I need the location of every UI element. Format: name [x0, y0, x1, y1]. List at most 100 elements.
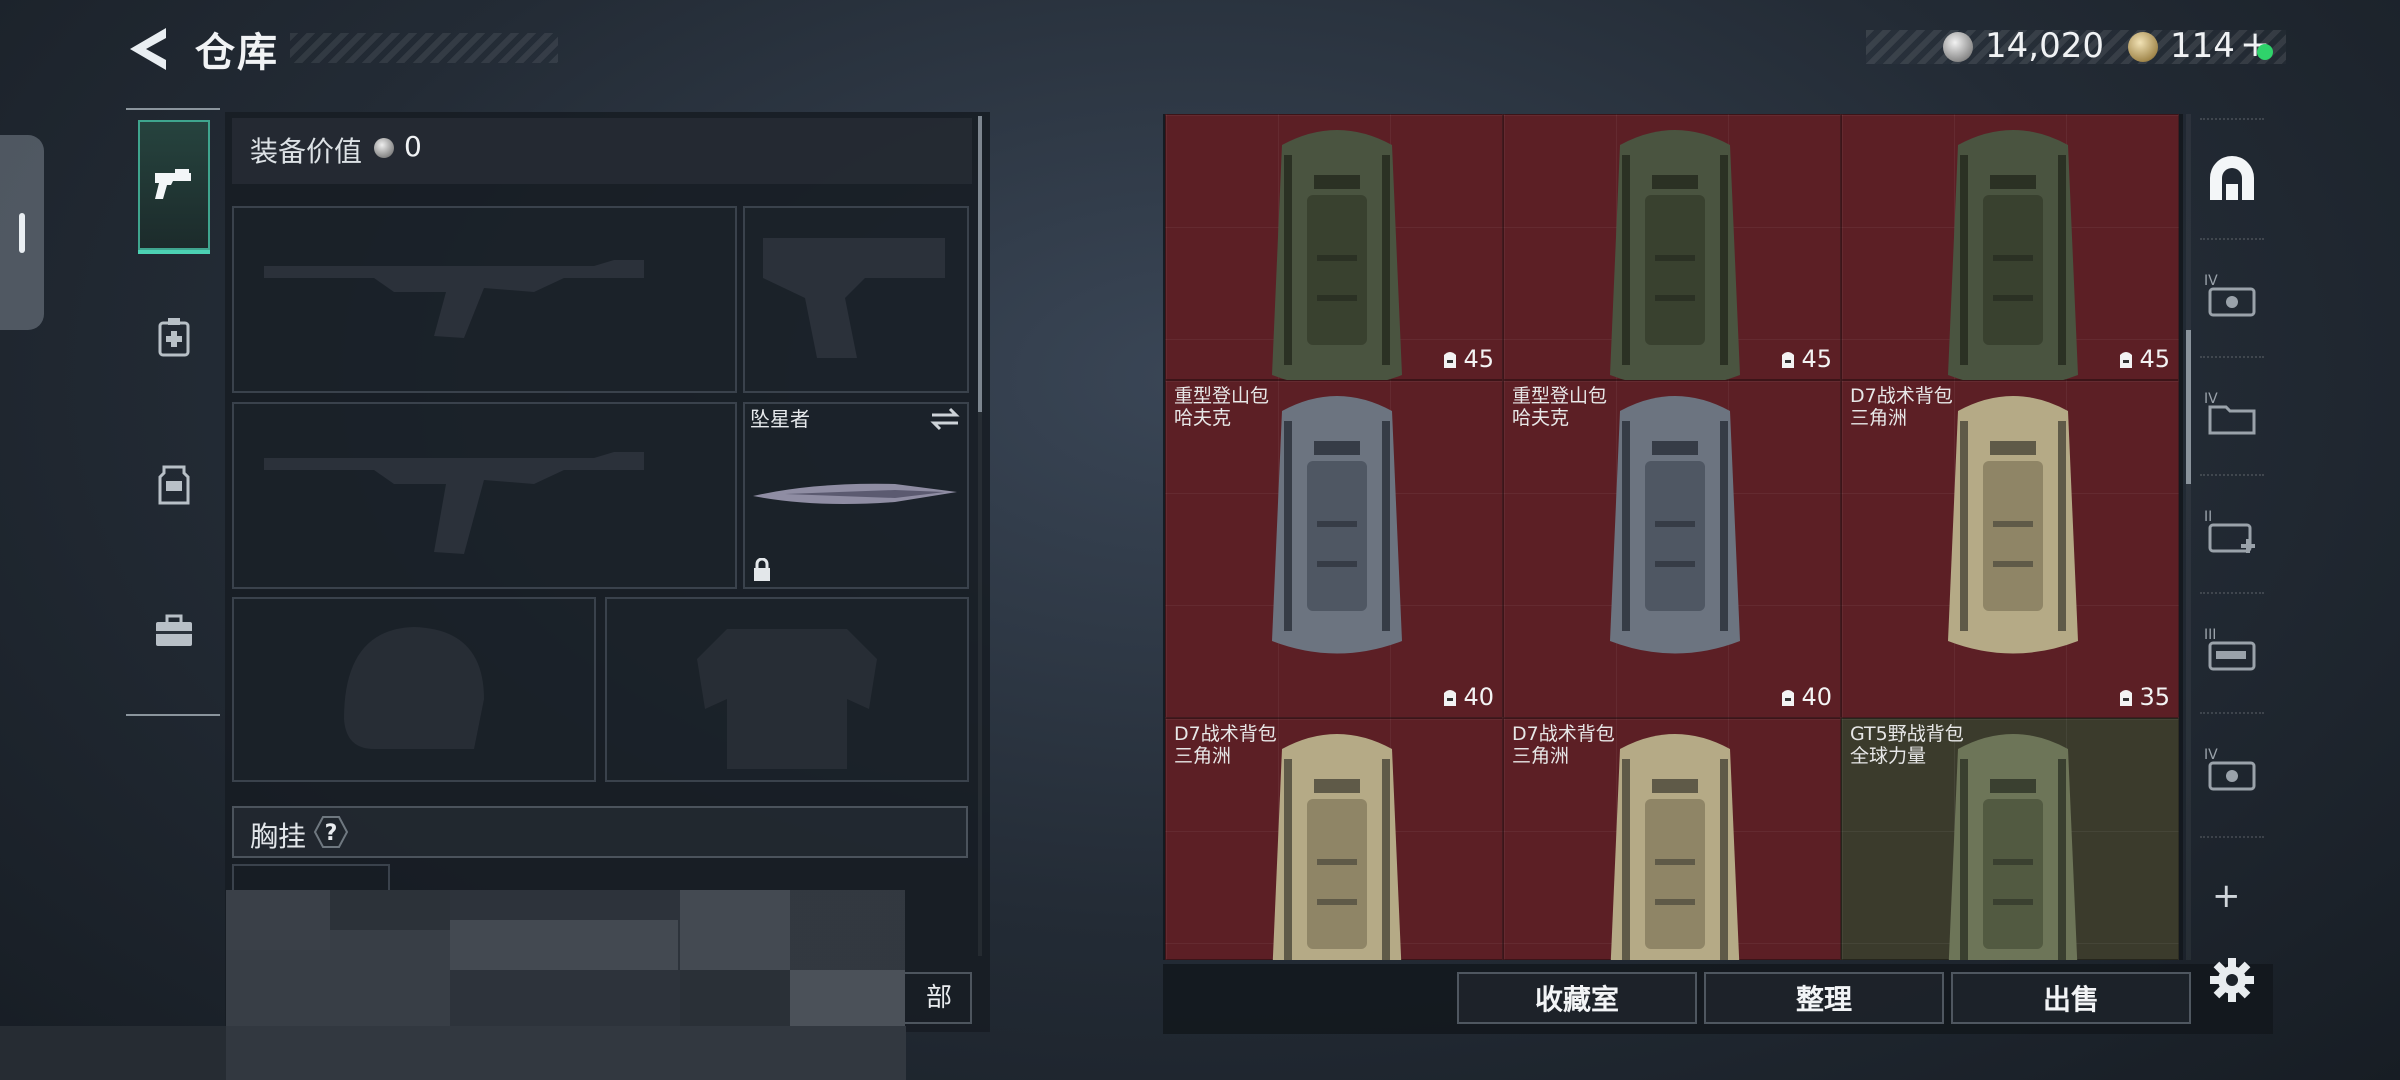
- stash-item-cell[interactable]: D7战术背包 三角洲: [1165, 718, 1503, 960]
- helmet-slot[interactable]: [232, 597, 596, 782]
- capacity-value: 45: [2139, 345, 2170, 373]
- body-armor-slot[interactable]: [605, 597, 969, 782]
- svg-text:IV: IV: [2204, 273, 2218, 289]
- stash-home-icon: [2210, 156, 2254, 200]
- chest-rig-label: 胸挂: [250, 820, 307, 853]
- stash-item-name: GT5野战背包 全球力量: [1850, 723, 1964, 767]
- pixelated-overlay: [0, 890, 906, 1080]
- pistol-silhouette-icon: [763, 238, 945, 358]
- primary-weapon-slot-2[interactable]: [232, 402, 737, 589]
- helmet-silhouette-icon: [344, 627, 484, 749]
- sort-button[interactable]: 整理: [1704, 972, 1944, 1024]
- stash-item-cell[interactable]: 45: [1503, 114, 1841, 388]
- filter-item-stash-home[interactable]: [2200, 146, 2264, 210]
- stash-item-cell[interactable]: D7战术背包 三角洲 35: [1841, 380, 2179, 718]
- silver-balance: 14,020: [1985, 26, 2104, 66]
- stash-item-faction: 全球力量: [1850, 745, 1927, 767]
- stash-item-cell[interactable]: 45: [1165, 114, 1503, 388]
- equipment-value-label: 装备价值: [250, 135, 363, 168]
- backpack-icon: [1272, 130, 1402, 388]
- medkit-icon: [158, 318, 190, 357]
- rail-item-armor[interactable]: [138, 420, 210, 550]
- online-status-dot: [2257, 44, 2273, 60]
- vest-icon: [158, 465, 190, 505]
- capacity-badge: 40: [1779, 683, 1832, 711]
- gold-coin-icon: [2128, 32, 2158, 62]
- folder-case-icon: IV: [2204, 391, 2256, 435]
- silver-coin-icon: [1943, 32, 1973, 62]
- secondary-weapon-slot[interactable]: [743, 206, 969, 393]
- stash-scrollbar-thumb[interactable]: [2186, 330, 2191, 484]
- stash-item-title: D7战术背包: [1512, 723, 1615, 745]
- stash-item-title: 重型登山包: [1512, 385, 1608, 407]
- filter-item-1[interactable]: IV: [2200, 264, 2264, 328]
- stash-item-cell[interactable]: 重型登山包 哈夫克 40: [1165, 380, 1503, 718]
- loadout-scrollbar-thumb[interactable]: [978, 116, 982, 412]
- pistol-icon: [155, 169, 191, 199]
- rifle-silhouette-icon: [264, 260, 644, 338]
- primary-weapon-slot[interactable]: [232, 206, 737, 393]
- rifle-silhouette-icon: [264, 452, 644, 554]
- medical-case-icon: II: [2204, 509, 2255, 553]
- stash-item-name: 重型登山包 哈夫克: [1512, 385, 1607, 429]
- collection-room-button[interactable]: 收藏室: [1457, 972, 1697, 1024]
- rail-item-weapons[interactable]: [138, 120, 210, 254]
- rail-item-tools[interactable]: [138, 566, 210, 696]
- equipment-value: 0: [404, 130, 422, 163]
- svg-text:II: II: [2204, 509, 2212, 525]
- side-drawer-handle[interactable]: [0, 135, 44, 330]
- melee-weapon-name: 坠星者: [750, 407, 810, 431]
- backpack-capacity-icon: [2120, 352, 2133, 368]
- backpack-capacity-icon: [1782, 352, 1795, 368]
- stash-item-cell[interactable]: D7战术背包 三角洲: [1503, 718, 1841, 960]
- gear-icon[interactable]: [2208, 956, 2256, 1004]
- stash-item-faction: 哈夫克: [1174, 407, 1232, 429]
- backpack-capacity-icon: [2120, 690, 2133, 706]
- gold-balance: 114: [2170, 26, 2235, 66]
- capacity-value: 40: [1463, 683, 1494, 711]
- filter-item-2[interactable]: IV: [2200, 382, 2264, 446]
- capacity-value: 40: [1801, 683, 1832, 711]
- stash-item-faction: 哈夫克: [1512, 407, 1570, 429]
- capacity-badge: 35: [2117, 683, 2170, 711]
- ammo-case-icon: III: [2204, 627, 2256, 671]
- stash-item-name: D7战术背包 三角洲: [1512, 723, 1615, 767]
- filter-item-4[interactable]: III: [2200, 618, 2264, 682]
- stash-item-cell[interactable]: 45: [1841, 114, 2179, 388]
- stash-item-title: GT5野战背包: [1850, 723, 1964, 745]
- filter-item-5[interactable]: IV: [2200, 738, 2264, 802]
- stash-scrollbar[interactable]: [2186, 114, 2191, 960]
- capacity-badge: 45: [2117, 345, 2170, 373]
- backpack-icon: [1610, 396, 1740, 654]
- svg-text:?: ?: [325, 821, 338, 846]
- svg-text:IV: IV: [2204, 747, 2218, 763]
- armor-silhouette-icon: [697, 629, 877, 769]
- backpack-capacity-icon: [1782, 690, 1795, 706]
- backpack-capacity-icon: [1444, 690, 1457, 706]
- filter-divider: [2200, 592, 2264, 594]
- rail-item-medical[interactable]: [138, 272, 210, 402]
- stash-item-cell[interactable]: GT5野战背包 全球力量: [1841, 718, 2179, 960]
- add-filter-button[interactable]: +: [2212, 876, 2241, 916]
- filter-divider: [2200, 118, 2264, 120]
- sell-button[interactable]: 出售: [1951, 972, 2191, 1024]
- filter-divider: [2200, 356, 2264, 358]
- capacity-value: 45: [1463, 345, 1494, 373]
- stash-item-title: 重型登山包: [1174, 385, 1270, 407]
- stash-item-name: D7战术背包 三角洲: [1174, 723, 1277, 767]
- stash-item-name: D7战术背包 三角洲: [1850, 385, 1953, 429]
- swap-icon[interactable]: [930, 406, 960, 432]
- stash-item-faction: 三角洲: [1512, 745, 1570, 767]
- filter-divider: [2200, 474, 2264, 476]
- help-icon[interactable]: ?: [313, 815, 349, 849]
- melee-blade-icon: [753, 483, 957, 504]
- backpack-icon: [1610, 734, 1740, 960]
- stash-item-cell[interactable]: 重型登山包 哈夫克 40: [1503, 380, 1841, 718]
- filter-item-3[interactable]: II: [2200, 500, 2264, 564]
- svg-text:III: III: [2204, 627, 2216, 643]
- silver-coin-icon: [374, 138, 394, 158]
- back-arrow-icon[interactable]: [126, 26, 170, 72]
- filter-divider: [2200, 712, 2264, 714]
- gear-case-icon: IV: [2204, 747, 2256, 791]
- lock-icon: [754, 558, 770, 581]
